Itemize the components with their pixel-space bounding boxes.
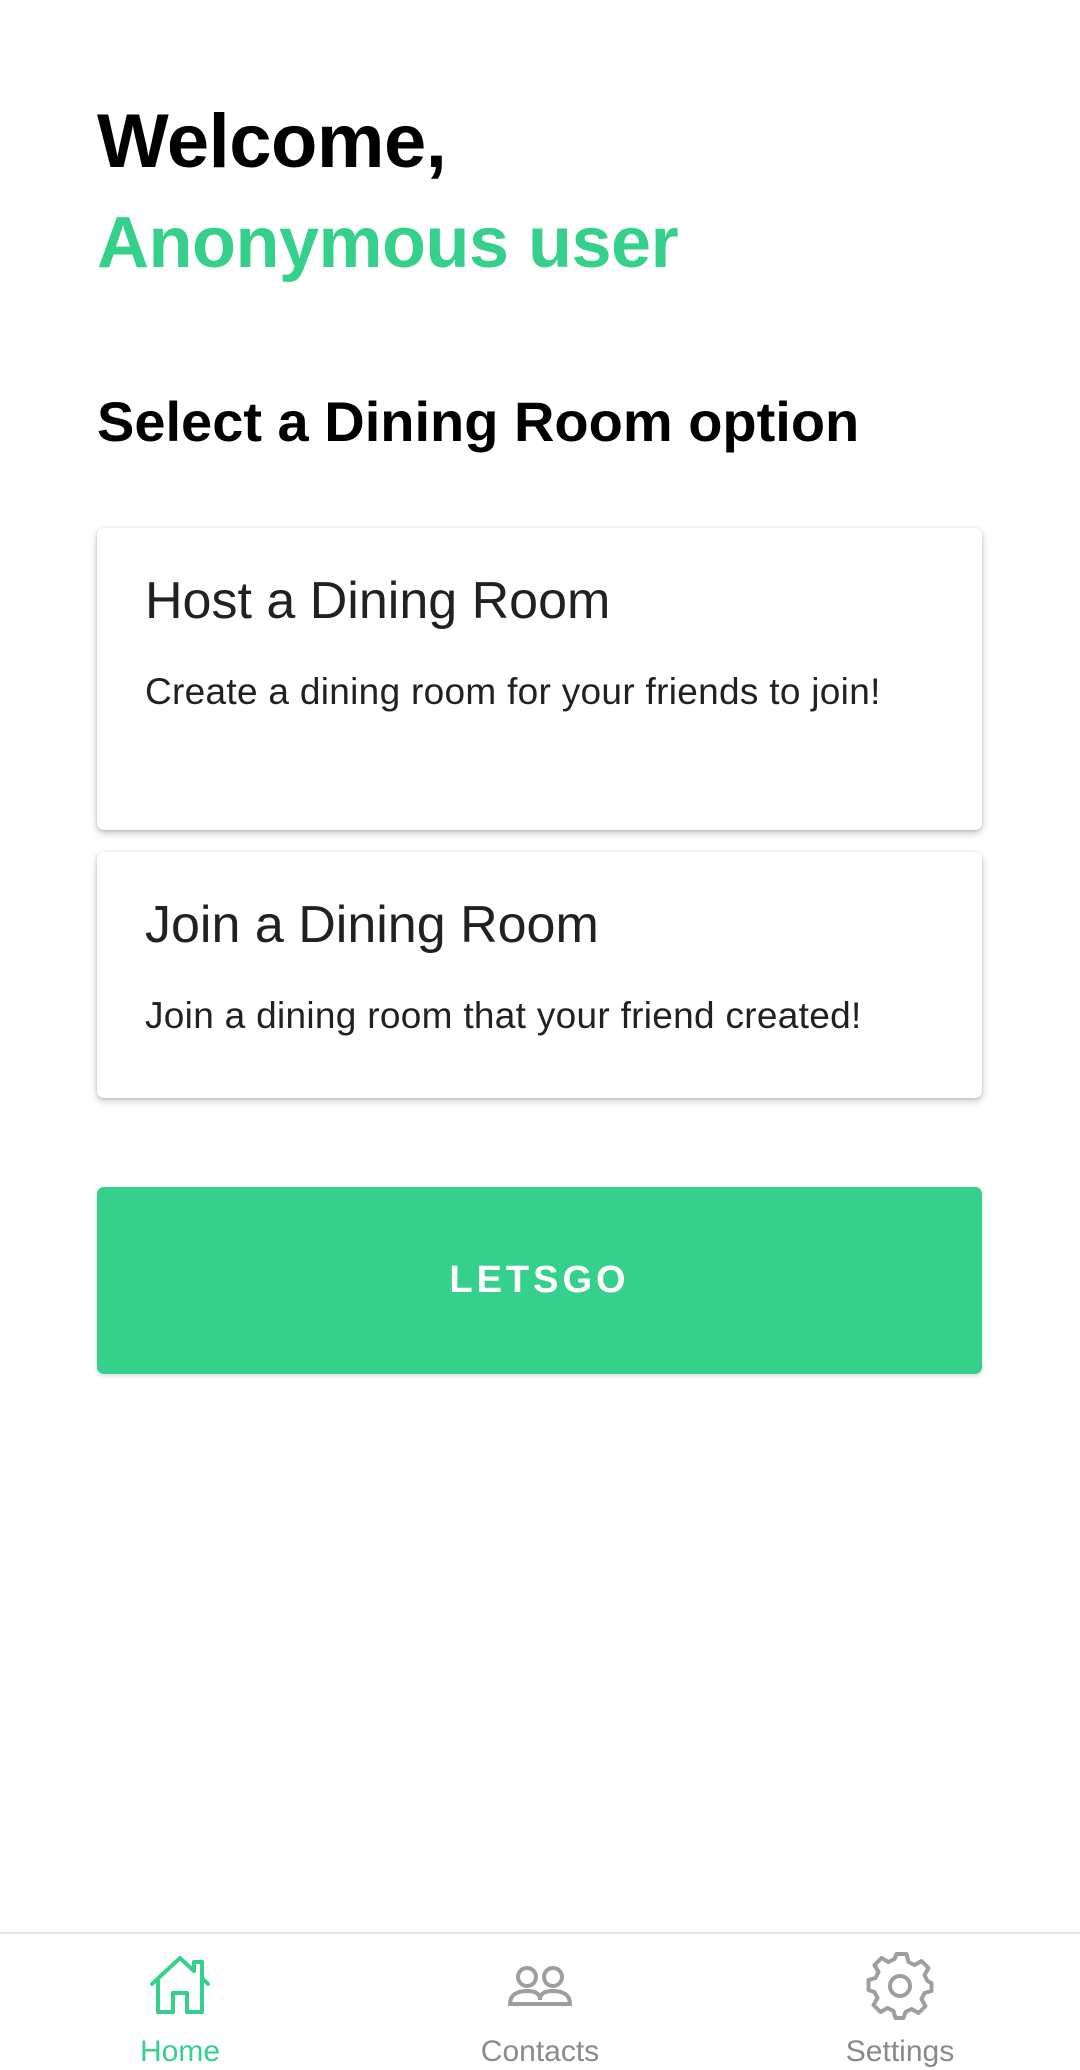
contacts-icon — [507, 1966, 573, 2006]
nav-item-home[interactable]: Home — [0, 1934, 360, 2068]
join-card-title: Join a Dining Room — [145, 896, 599, 954]
nav-label-home: Home — [139, 2035, 221, 2068]
join-dining-room-card[interactable]: Join a Dining Room Join a dining room th… — [97, 852, 982, 1098]
welcome-heading: Welcome, — [97, 99, 447, 184]
nav-item-contacts[interactable]: Contacts — [360, 1934, 720, 2068]
host-card-title: Host a Dining Room — [145, 572, 611, 630]
username-heading: Anonymous user — [97, 203, 679, 283]
nav-item-settings[interactable]: Settings — [720, 1934, 1080, 2068]
host-dining-room-card[interactable]: Host a Dining Room Create a dining room … — [97, 528, 982, 830]
letsgo-button[interactable]: LETSGO — [97, 1187, 982, 1374]
host-card-description: Create a dining room for your friends to… — [145, 670, 881, 712]
nav-label-settings: Settings — [845, 2035, 955, 2068]
join-card-description: Join a dining room that your friend crea… — [145, 994, 862, 1036]
section-title: Select a Dining Room option — [97, 390, 860, 453]
nav-label-contacts: Contacts — [480, 2035, 600, 2068]
gear-icon — [866, 1952, 934, 2020]
home-icon — [150, 1956, 210, 2014]
bottom-navigation: Home Contacts Settings — [0, 1932, 1080, 2068]
